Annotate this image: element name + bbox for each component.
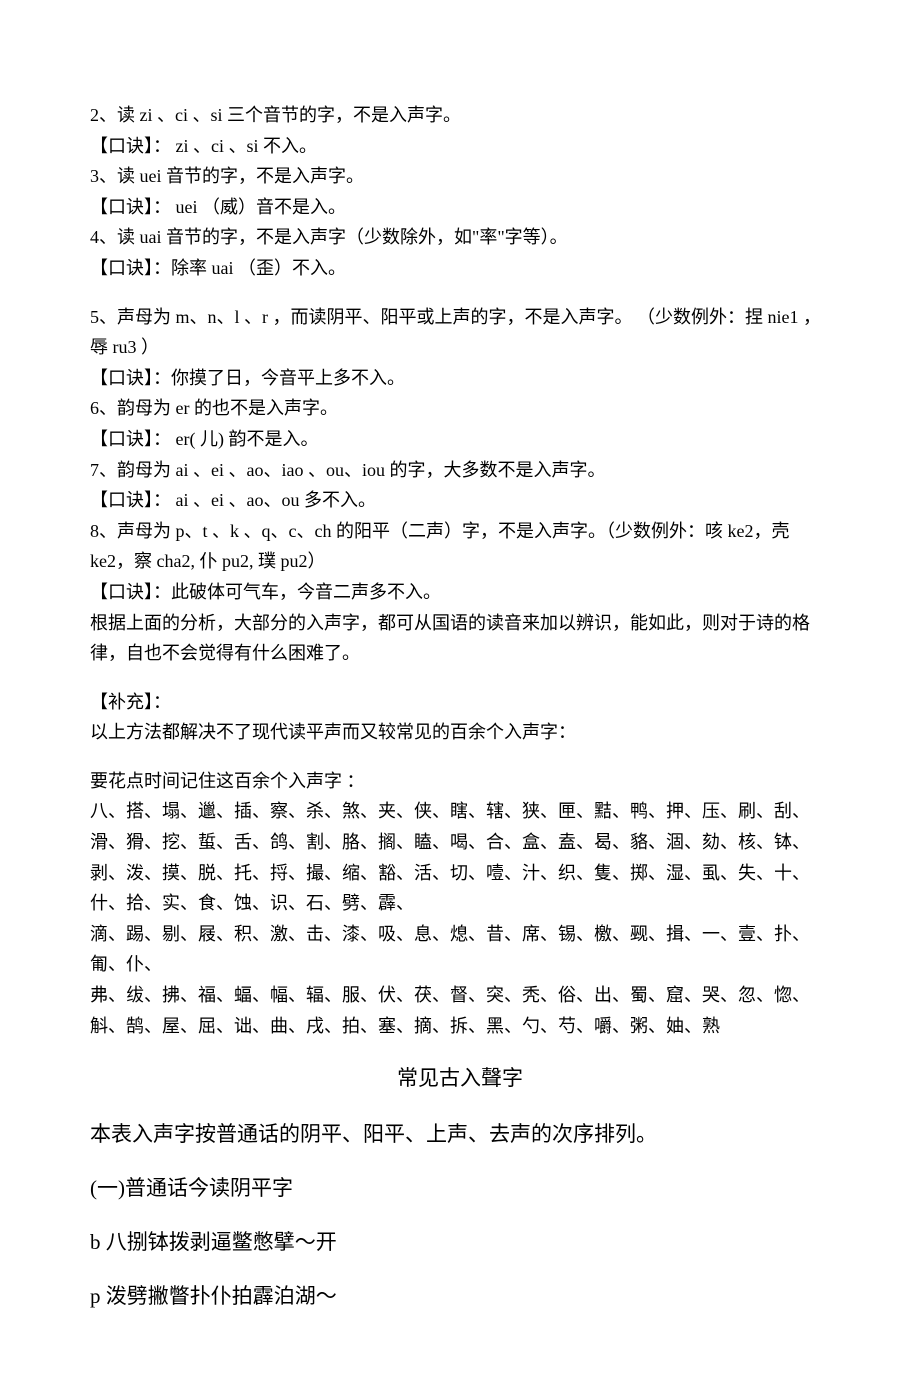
- rule-2-koujue: 【口诀】： zi 、ci 、si 不入。: [90, 131, 830, 162]
- section-intro: 本表入声字按普通话的阴平、阳平、上声、去声的次序排列。: [90, 1111, 830, 1157]
- rule-5-koujue: 【口诀】：你摸了日，今音平上多不入。: [90, 363, 830, 394]
- section-sub1: (一)普通话今读阴平字: [90, 1165, 830, 1211]
- rule-6-koujue: 【口诀】： er( 儿) 韵不是入。: [90, 424, 830, 455]
- rule-8-koujue: 【口诀】：此破体可气车，今音二声多不入。: [90, 577, 830, 608]
- row-p: p 泼劈撇瞥扑仆拍霹泊湖～: [90, 1273, 830, 1319]
- rule-3: 3、读 uei 音节的字，不是入声字。: [90, 161, 830, 192]
- rule-6: 6、韵母为 er 的也不是入声字。: [90, 393, 830, 424]
- char-list-3: 弗、绂、拂、福、蝠、幅、辐、服、伏、茯、督、突、秃、俗、出、蜀、窟、哭、忽、惚、…: [90, 980, 830, 1041]
- supplement-head: 【补充】：: [90, 687, 830, 718]
- rule-7: 7、韵母为 ai 、ei 、ao、iao 、ou、iou 的字，大多数不是入声字…: [90, 455, 830, 486]
- spacer: [90, 284, 830, 302]
- row-b: b 八捌钵拨剥逼鳖憋擘～开: [90, 1219, 830, 1265]
- rule-7-koujue: 【口诀】： ai 、ei 、ao、ou 多不入。: [90, 485, 830, 516]
- rule-4: 4、读 uai 音节的字，不是入声字（少数除外，如"率"字等）。: [90, 222, 830, 253]
- rule-3-koujue: 【口诀】： uei （威）音不是入。: [90, 192, 830, 223]
- spacer: [90, 669, 830, 687]
- rules-summary: 根据上面的分析，大部分的入声字，都可从国语的读音来加以辨识，能如此，则对于诗的格…: [90, 608, 830, 669]
- char-list-1: 八、搭、塌、邋、插、察、杀、煞、夹、侠、瞎、辖、狭、匣、黠、鸭、押、压、刷、刮、…: [90, 796, 830, 918]
- rule-2: 2、读 zi 、ci 、si 三个音节的字，不是入声字。: [90, 100, 830, 131]
- rule-5: 5、声母为 m、n、l 、r ，而读阴平、阳平或上声的字，不是入声字。 （少数例…: [90, 302, 830, 363]
- section-title: 常见古入聲字: [90, 1061, 830, 1097]
- spacer: [90, 748, 830, 766]
- supplement-intro: 以上方法都解决不了现代读平声而又较常见的百余个入声字：: [90, 717, 830, 748]
- supplement-lead: 要花点时间记住这百余个入声字 ：: [90, 766, 830, 797]
- rule-8: 8、声母为 p、t 、k 、q、c、ch 的阳平（二声）字，不是入声字。（少数例…: [90, 516, 830, 577]
- char-list-2: 滴、踢、剔、屐、积、激、击、漆、吸、息、熄、昔、席、锡、檄、觋、揖、一、壹、扑、…: [90, 919, 830, 980]
- rule-4-koujue: 【口诀】：除率 uai （歪）不入。: [90, 253, 830, 284]
